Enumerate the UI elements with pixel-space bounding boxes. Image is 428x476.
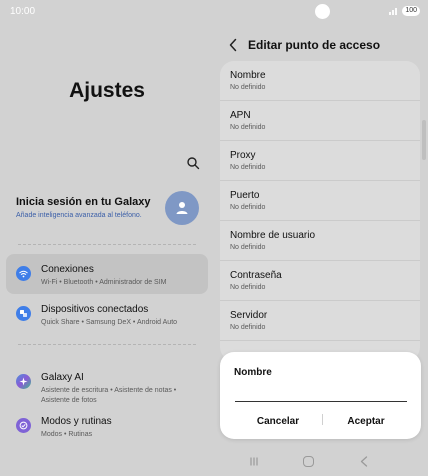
settings-panel: Ajustes Inicia sesión en tu Galaxy Añade… — [0, 24, 214, 444]
devices-icon — [16, 306, 31, 321]
field-label: Contraseña — [230, 270, 282, 281]
accept-button[interactable]: Aceptar — [321, 410, 411, 432]
menu-item-subtitle: Quick Share • Samsung DeX • Android Auto — [41, 319, 178, 326]
menu-item-label: Dispositivos conectados — [41, 304, 149, 315]
wifi-icon — [16, 266, 31, 281]
field-value: No definido — [230, 204, 266, 211]
menu-item-label: Galaxy AI — [41, 372, 84, 383]
field-value: No definido — [230, 284, 266, 291]
field-value: No definido — [230, 324, 266, 331]
dialog-title: Nombre — [234, 367, 272, 378]
camera-cutout — [315, 4, 330, 19]
battery-icon: 100 — [402, 6, 420, 16]
apn-field-list: Nombre No definido APN No definido Proxy… — [220, 61, 420, 361]
field-label: Proxy — [230, 150, 256, 161]
check-circle-icon — [16, 418, 31, 433]
menu-item-modos-rutinas[interactable]: Modos y rutinas Modos • Rutinas — [6, 406, 208, 446]
field-label: APN — [230, 110, 251, 121]
cancel-button[interactable]: Cancelar — [233, 410, 323, 432]
home-icon[interactable] — [303, 456, 314, 467]
menu-item-dispositivos[interactable]: Dispositivos conectados Quick Share • Sa… — [6, 294, 208, 334]
status-icons: 100 — [389, 6, 420, 16]
recent-apps-icon[interactable] — [249, 457, 259, 466]
field-row-puerto[interactable]: Puerto No definido — [220, 181, 420, 221]
field-row-contrasena[interactable]: Contraseña No definido — [220, 261, 420, 301]
status-time: 10:00 — [10, 6, 36, 17]
menu-item-subtitle: Wi-Fi • Bluetooth • Administrador de SIM — [41, 279, 167, 286]
back-icon[interactable] — [360, 456, 368, 467]
navigation-bar — [214, 448, 428, 476]
sparkle-icon — [16, 374, 31, 389]
menu-item-conexiones[interactable]: Conexiones Wi-Fi • Bluetooth • Administr… — [6, 254, 208, 294]
field-row-nombre[interactable]: Nombre No definido — [220, 61, 420, 101]
avatar[interactable] — [165, 191, 199, 225]
apn-header: Editar punto de acceso — [226, 36, 426, 56]
person-icon — [176, 202, 188, 214]
back-arrow-icon[interactable] — [228, 38, 238, 52]
field-row-proxy[interactable]: Proxy No definido — [220, 141, 420, 181]
menu-item-subtitle: Asistente de escritura • Asistente de no… — [41, 387, 177, 404]
account-title[interactable]: Inicia sesión en tu Galaxy — [16, 196, 151, 208]
field-value: No definido — [230, 84, 266, 91]
status-bar: 10:00 100 — [0, 0, 428, 24]
field-row-servidor[interactable]: Servidor No definido — [220, 301, 420, 341]
page-title: Ajustes — [69, 79, 145, 102]
apn-title: Editar punto de acceso — [248, 38, 381, 52]
menu-item-subtitle: Modos • Rutinas — [41, 431, 93, 438]
account-subtitle[interactable]: Añade inteligencia avanzada al teléfono. — [16, 212, 142, 219]
field-label: Puerto — [230, 190, 260, 201]
divider — [18, 244, 196, 245]
field-value: No definido — [230, 244, 266, 251]
menu-item-label: Modos y rutinas — [41, 416, 112, 427]
menu-item-galaxy-ai[interactable]: Galaxy AI Asistente de escritura • Asist… — [6, 362, 208, 406]
field-label: Nombre de usuario — [230, 230, 316, 241]
field-label: Servidor — [230, 310, 268, 321]
menu-item-label: Conexiones — [41, 264, 94, 275]
name-dialog: Nombre Cancelar Aceptar — [220, 352, 421, 439]
field-value: No definido — [230, 164, 266, 171]
field-row-apn[interactable]: APN No definido — [220, 101, 420, 141]
field-value: No definido — [230, 124, 266, 131]
name-input[interactable] — [235, 386, 407, 402]
field-row-nombre-usuario[interactable]: Nombre de usuario No definido — [220, 221, 420, 261]
field-label: Nombre — [230, 70, 266, 81]
signal-icon — [389, 7, 399, 15]
search-icon[interactable] — [186, 156, 200, 170]
divider — [18, 344, 196, 345]
scrollbar[interactable] — [422, 120, 426, 160]
